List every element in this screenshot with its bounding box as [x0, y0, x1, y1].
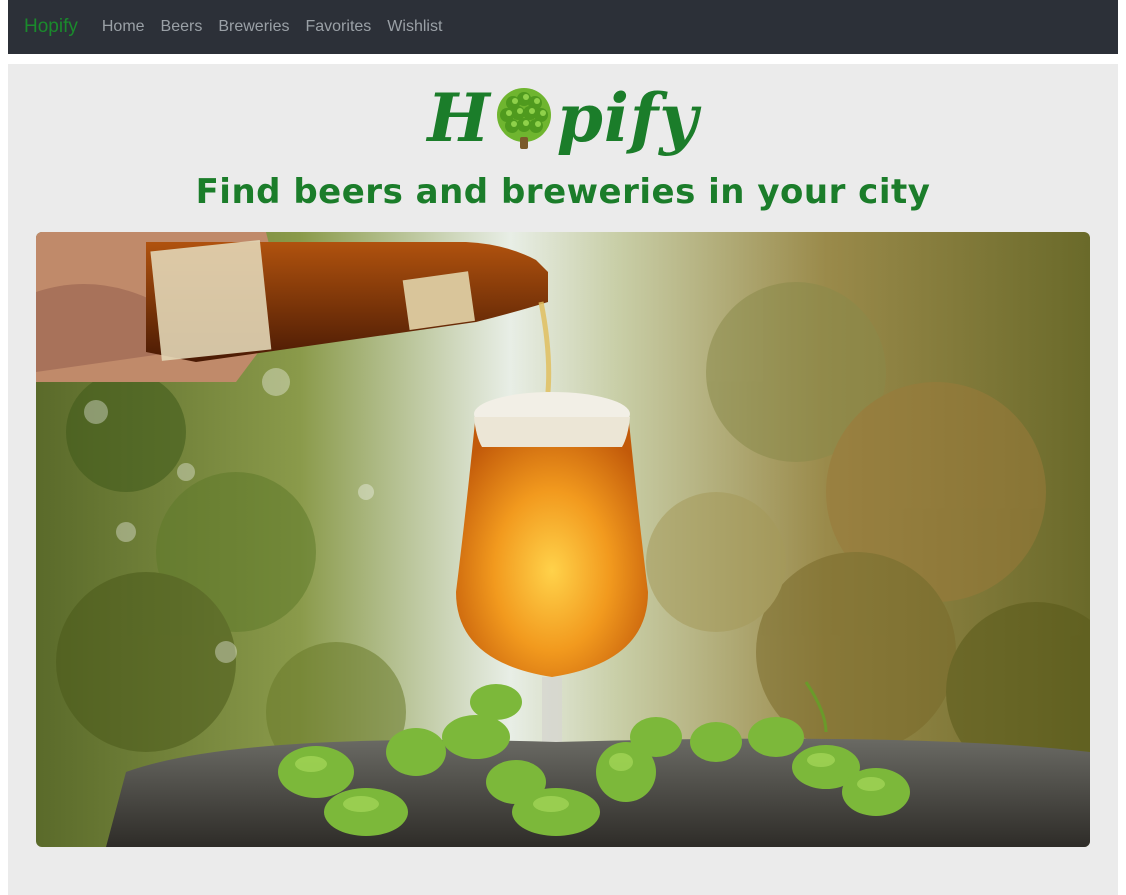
main-content: H pify Find beers and breweries in your …: [8, 64, 1118, 895]
logo-letter-h: H: [427, 79, 491, 157]
nav-link-wishlist[interactable]: Wishlist: [387, 18, 442, 36]
nav-link-home[interactable]: Home: [102, 18, 145, 36]
navbar-brand[interactable]: Hopify: [24, 16, 78, 38]
top-navbar: Hopify Home Beers Breweries Favorites Wi…: [8, 0, 1118, 54]
hero-image: [36, 232, 1090, 847]
nav-link-favorites[interactable]: Favorites: [305, 18, 371, 36]
hopify-logo: H pify: [8, 76, 1118, 160]
nav-link-breweries[interactable]: Breweries: [218, 18, 289, 36]
beer-pour-photo-icon: [36, 232, 1090, 847]
page-tagline: Find beers and breweries in your city: [195, 172, 931, 212]
nav-link-beers[interactable]: Beers: [161, 18, 203, 36]
logo-text-rest: pify: [556, 79, 699, 157]
hop-cone-icon: [493, 85, 555, 151]
